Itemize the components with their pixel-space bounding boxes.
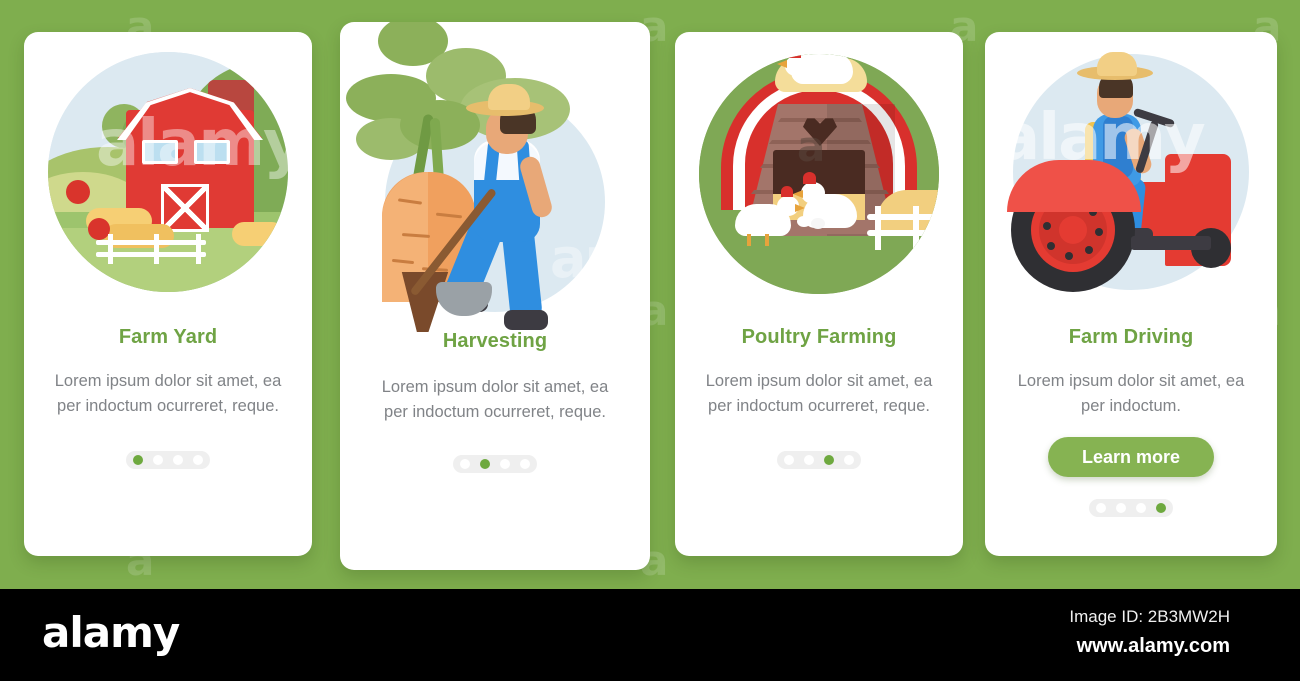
alamy-logo: alamy xyxy=(42,608,180,657)
pagination-dot-1[interactable] xyxy=(1096,503,1106,513)
pagination-dot-2[interactable] xyxy=(480,459,490,469)
pagination-dot-2[interactable] xyxy=(1116,503,1126,513)
pagination-dots[interactable] xyxy=(126,451,210,469)
chicken-coop-illustration: a xyxy=(675,32,963,302)
onboarding-card-farm-yard[interactable]: alamy Farm Yard Lorem ipsum dolor sit am… xyxy=(24,32,312,556)
onboarding-card-farm-driving[interactable]: alamy Farm Driving Lorem ipsum dolor sit… xyxy=(985,32,1277,556)
tractor-illustration: alamy xyxy=(985,32,1277,302)
pagination-dot-4[interactable] xyxy=(844,455,854,465)
pagination-dot-3[interactable] xyxy=(1136,503,1146,513)
card-description: Lorem ipsum dolor sit amet, ea per indoc… xyxy=(54,372,282,415)
onboarding-card-poultry-farming[interactable]: a Poultry Farming Lorem ipsum dolor sit … xyxy=(675,32,963,556)
image-id-label: Image ID: 2B3MW2H xyxy=(1069,607,1230,626)
pagination-dot-1[interactable] xyxy=(784,455,794,465)
pagination-dot-4[interactable] xyxy=(193,455,203,465)
alamy-url: www.alamy.com xyxy=(1076,635,1230,657)
card-description: Lorem ipsum dolor sit amet, ea per indoc… xyxy=(705,372,933,415)
pagination-dot-3[interactable] xyxy=(500,459,510,469)
pagination-dot-1[interactable] xyxy=(133,455,143,465)
pagination-dot-2[interactable] xyxy=(804,455,814,465)
onboarding-card-harvesting[interactable]: am Harvesting Lorem ipsum dolor sit amet… xyxy=(340,22,650,570)
pagination-dot-1[interactable] xyxy=(460,459,470,469)
pagination-dots[interactable] xyxy=(1089,499,1173,517)
card-title: Farm Driving xyxy=(1068,326,1194,348)
card-description: Lorem ipsum dolor sit amet, ea per indoc… xyxy=(381,378,609,421)
barn-illustration: alamy xyxy=(24,32,312,302)
card-title: Harvesting xyxy=(442,330,548,352)
pagination-dot-3[interactable] xyxy=(173,455,183,465)
poster-stage: a a a a a a a alamy Farm Yard Lorem ipsu… xyxy=(0,0,1300,589)
card-description: Lorem ipsum dolor sit amet, ea per indoc… xyxy=(1017,372,1245,415)
pagination-dots[interactable] xyxy=(777,451,861,469)
card-title: Poultry Farming xyxy=(741,326,897,348)
pagination-dot-4[interactable] xyxy=(520,459,530,469)
learn-more-button[interactable]: Learn more xyxy=(1047,437,1215,477)
pagination-dot-4[interactable] xyxy=(1156,503,1166,513)
pagination-dot-3[interactable] xyxy=(824,455,834,465)
carrot-farmer-illustration: am xyxy=(340,22,650,332)
pagination-dot-2[interactable] xyxy=(153,455,163,465)
footer-bar: alamy Image ID: 2B3MW2H www.alamy.com xyxy=(0,589,1300,681)
pagination-dots[interactable] xyxy=(453,455,537,473)
card-title: Farm Yard xyxy=(118,326,218,348)
